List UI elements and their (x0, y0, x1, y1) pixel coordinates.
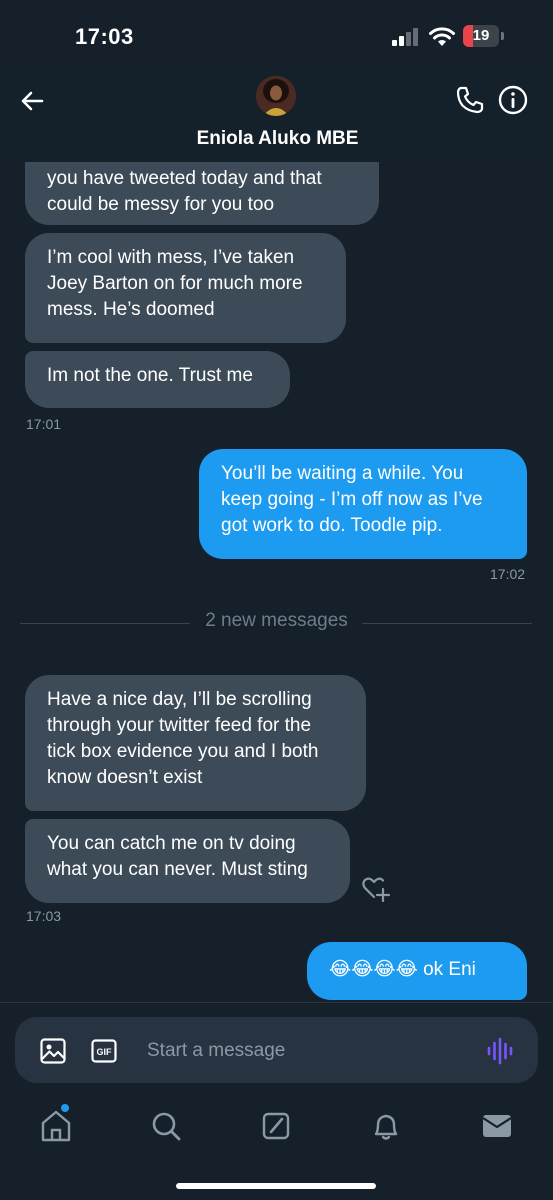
phone-icon[interactable] (454, 84, 486, 116)
message-bubble-incoming[interactable]: I’m cool with mess, I’ve taken Joey Bart… (25, 233, 346, 343)
message-composer: GIF (15, 1017, 538, 1083)
messages-envelope-icon[interactable] (477, 1106, 517, 1146)
image-icon[interactable] (39, 1037, 67, 1065)
message-timestamp: 17:01 (26, 416, 62, 432)
grok-icon[interactable] (256, 1106, 296, 1146)
home-indicator (176, 1183, 376, 1189)
message-bubble-incoming[interactable]: You can catch me on tv doing what you ca… (25, 819, 350, 903)
wifi-icon (429, 27, 455, 46)
info-icon[interactable] (496, 83, 530, 117)
composer-area: GIF (0, 1002, 553, 1091)
conversation-header: Eniola Aluko MBE (0, 70, 553, 162)
battery-level: 19 (472, 27, 490, 44)
message-bubble-incoming[interactable]: you have tweeted today and that could be… (25, 162, 379, 225)
back-arrow-icon[interactable] (16, 84, 50, 118)
search-icon[interactable] (146, 1106, 186, 1146)
voice-message-icon[interactable] (486, 1037, 516, 1065)
signal-icon (392, 28, 422, 46)
home-icon[interactable] (36, 1106, 76, 1146)
contact-name[interactable]: Eniola Aluko MBE (0, 128, 553, 150)
message-timestamp: 17:03 (26, 908, 62, 924)
gif-icon[interactable]: GIF (91, 1039, 117, 1063)
notifications-bell-icon[interactable] (366, 1106, 406, 1146)
message-timestamp: 17:02 (490, 566, 526, 582)
battery-icon: 19 (463, 25, 505, 47)
message-bubble-incoming[interactable]: Have a nice day, I’ll be scrolling throu… (25, 675, 366, 811)
home-notification-dot (61, 1104, 69, 1112)
message-bubble-outgoing[interactable]: You’ll be waiting a while. You keep goin… (199, 449, 527, 559)
svg-text:GIF: GIF (97, 1047, 113, 1057)
status-time: 17:03 (75, 24, 134, 49)
message-input[interactable] (147, 1036, 447, 1066)
contact-avatar[interactable] (256, 76, 296, 116)
message-list[interactable]: you have tweeted today and that could be… (0, 162, 553, 1002)
message-bubble-outgoing[interactable]: 😂😂😂😂 ok Eni (307, 942, 527, 1000)
status-bar: 17:03 19 (0, 0, 553, 76)
divider-line-right (362, 623, 532, 624)
add-reaction-icon[interactable] (361, 874, 391, 902)
message-bubble-incoming[interactable]: Im not the one. Trust me (25, 351, 290, 408)
new-messages-divider: 2 new messages (205, 610, 348, 631)
